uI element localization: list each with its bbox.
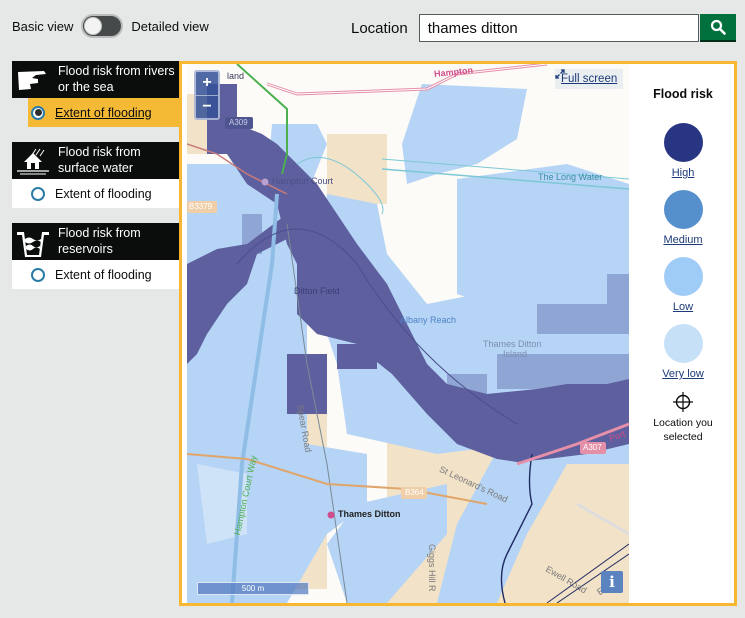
layer-rivers-sea: Flood risk from rivers or the sea Extent… (12, 61, 195, 127)
hampton-court-marker (261, 178, 269, 186)
option-label: Extent of flooding (55, 186, 152, 201)
switch-knob (84, 17, 103, 35)
map-label-thames-ditton: Thames Ditton (338, 509, 401, 519)
legend-item-very-low[interactable]: Very low (632, 324, 734, 380)
layer-surface-water: Flood risk from surface water Extent of … (12, 142, 179, 208)
layer-reservoirs: Flood risk from reservoirs Extent of flo… (12, 223, 179, 289)
option-label: Extent of flooding (55, 267, 152, 282)
legend-title: Flood risk (653, 87, 713, 101)
legend-label[interactable]: Medium (663, 234, 702, 246)
scale-bar: 500 m (197, 582, 309, 595)
layer-heading: Flood risk from rivers or the sea (12, 61, 179, 98)
map-label-a307: A307 (583, 443, 602, 452)
crosshair-icon (673, 392, 693, 412)
layer-option-extent[interactable]: Extent of flooding (28, 98, 195, 127)
map-label-ditton-field: Ditton Field (294, 286, 340, 296)
map-label-b364: B364 (405, 488, 424, 497)
fullscreen-button[interactable]: Full screen (555, 69, 624, 89)
high-risk-swatch (663, 123, 703, 162)
zoom-in-button[interactable]: + (196, 72, 218, 95)
location-marker-label: Location you selected (653, 417, 713, 443)
legend-label[interactable]: Very low (662, 368, 704, 380)
legend-item-high[interactable]: High (632, 123, 734, 179)
search-button[interactable] (699, 14, 736, 42)
location-label: Location (351, 19, 408, 37)
layer-heading: Flood risk from surface water (12, 142, 179, 179)
view-switch[interactable] (81, 14, 124, 38)
map-label-thames-ditton-island-2: Island (503, 349, 528, 359)
low-risk-swatch (663, 257, 703, 296)
search-icon (710, 19, 726, 35)
layer-option-extent[interactable]: Extent of flooding (12, 179, 179, 208)
info-button[interactable]: i (601, 571, 623, 593)
detailed-view-label[interactable]: Detailed view (131, 19, 208, 34)
layer-heading: Flood risk from reservoirs (12, 223, 179, 260)
flood-risk-legend: Flood risk High Medium Low Very low Loca… (632, 64, 734, 603)
zoom-out-button[interactable]: − (196, 94, 218, 119)
map-container: land Hampton A309 Hampton Court B3379 Th… (179, 61, 737, 606)
radio-button-checked[interactable] (31, 105, 45, 120)
map-label-b3379: B3379 (189, 202, 213, 211)
thames-ditton-marker (327, 511, 335, 519)
option-label: Extent of flooding (55, 105, 152, 120)
radio-button[interactable] (31, 186, 45, 201)
basic-view-label[interactable]: Basic view (12, 19, 73, 34)
legend-label[interactable]: High (672, 167, 695, 179)
fullscreen-label: Full screen (561, 73, 618, 85)
map-label-thames-ditton-island-1: Thames Ditton (483, 339, 542, 349)
layer-title: Flood risk from rivers or the sea (58, 64, 175, 94)
map-label-long-water: The Long Water (538, 172, 603, 182)
layer-option-extent[interactable]: Extent of flooding (12, 260, 179, 289)
map-label-land: land (227, 71, 245, 81)
flood-map[interactable]: land Hampton A309 Hampton Court B3379 Th… (187, 64, 629, 603)
legend-location-marker: Location you selected (632, 391, 734, 444)
surface-water-flood-icon (17, 148, 49, 175)
location-search: Location (351, 14, 736, 42)
map-graphics[interactable] (187, 64, 629, 603)
layer-title: Flood risk from surface water (58, 145, 141, 175)
legend-label[interactable]: Low (673, 301, 693, 313)
map-label-hampton-court: Hampton Court (272, 176, 334, 186)
view-toggle: Basic view Detailed view (12, 14, 209, 38)
very-low-risk-swatch (663, 324, 703, 363)
river-sea-flood-icon (18, 71, 46, 90)
map-label-giggs-hill: Giggs Hill R (427, 544, 437, 592)
location-input[interactable] (418, 14, 699, 42)
map-label-a309: A309 (229, 118, 248, 127)
zoom-control: + − (194, 70, 220, 120)
radio-button[interactable] (31, 267, 45, 282)
legend-item-low[interactable]: Low (632, 257, 734, 313)
map-label-albany-reach: Albany Reach (400, 315, 457, 325)
reservoir-flood-icon (17, 232, 49, 257)
medium-risk-swatch (663, 190, 703, 229)
expand-icon (555, 69, 565, 79)
layer-title: Flood risk from reservoirs (58, 226, 141, 256)
legend-item-medium[interactable]: Medium (632, 190, 734, 246)
